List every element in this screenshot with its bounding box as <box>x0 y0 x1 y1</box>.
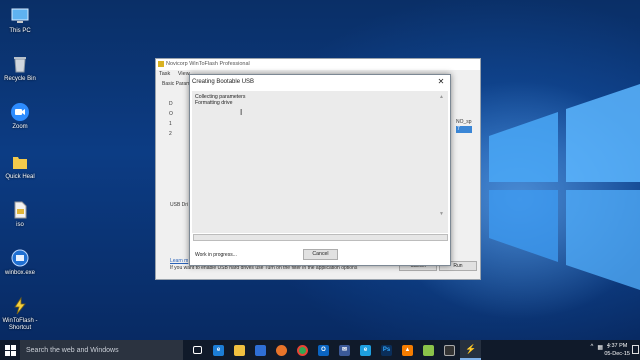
log-line: Formatting drive <box>195 100 233 106</box>
dialog-title: Creating Bootable USB <box>192 79 255 85</box>
dialog-titlebar[interactable]: Creating Bootable USB ✕ <box>190 75 450 89</box>
drive-list-item[interactable]: 2 <box>169 129 173 139</box>
drive-label-cell: NO_sp <box>456 119 472 125</box>
app-icon[interactable] <box>418 340 439 360</box>
desktop-icon-wintoflash[interactable]: WinToFlash - Shortcut <box>0 296 40 332</box>
wintoflash-app-icon <box>158 61 164 67</box>
store-icon[interactable] <box>250 340 271 360</box>
terminal-icon[interactable] <box>439 340 460 360</box>
windows-start-icon <box>4 344 16 356</box>
computer-icon <box>11 8 29 23</box>
taskbar-clock[interactable]: 4:37 PM 05-Dec-15 <box>604 342 630 358</box>
scroll-down-icon[interactable]: ▼ <box>439 211 444 217</box>
text-cursor-icon: I <box>240 108 243 117</box>
progress-bar <box>193 234 448 241</box>
window-title: Novicorp WinToFlash Professional <box>166 61 250 67</box>
drive-list-item[interactable]: O <box>169 109 173 119</box>
wintoflash-icon[interactable]: ⚡ <box>460 340 481 360</box>
tray-chevron-icon[interactable]: ^ <box>591 344 594 351</box>
chrome-icon[interactable] <box>292 340 313 360</box>
desktop-icon-recycle-bin[interactable]: Recycle Bin <box>0 54 40 83</box>
edge-icon[interactable]: e <box>208 340 229 360</box>
scroll-up-icon[interactable]: ▲ <box>439 94 444 100</box>
zoom-icon <box>11 103 29 121</box>
search-placeholder: Search the web and Windows <box>26 346 119 354</box>
drive-label-cell-selected: 7 <box>456 126 472 133</box>
cancel-button[interactable]: Cancel <box>303 249 338 260</box>
action-center-icon[interactable] <box>632 345 639 354</box>
window-titlebar[interactable]: Novicorp WinToFlash Professional <box>156 59 480 70</box>
desktop-icon-zoom[interactable]: Zoom <box>0 102 40 131</box>
firefox-icon[interactable] <box>271 340 292 360</box>
clock-time: 4:37 PM <box>606 343 628 349</box>
ie-icon[interactable]: e <box>355 340 376 360</box>
creating-bootable-usb-dialog: Creating Bootable USB ✕ Collecting param… <box>189 74 451 266</box>
drive-list-item[interactable]: 1 <box>169 119 173 129</box>
folder-icon <box>13 157 27 169</box>
vlc-icon[interactable]: ▲ <box>397 340 418 360</box>
recycle-bin-icon <box>14 57 26 73</box>
network-icon[interactable]: ▦ <box>597 344 603 351</box>
desktop-icon-winbox[interactable]: winbox.exe <box>0 248 40 277</box>
menu-task[interactable]: Task <box>159 71 170 77</box>
menu-view[interactable]: View <box>178 71 190 77</box>
start-button[interactable] <box>0 340 20 360</box>
desktop-icon-quick-heal[interactable]: Quick Heal <box>0 152 40 181</box>
drive-label-column: NO_sp 7 <box>456 119 472 133</box>
log-lines: Collecting parameters Formatting drive <box>195 94 245 106</box>
taskbar-search-box[interactable]: Search the web and Windows <box>20 340 183 360</box>
learn-more-link[interactable]: Learn m <box>170 258 188 264</box>
photoshop-icon[interactable]: Ps <box>376 340 397 360</box>
desktop-icon-iso[interactable]: iso <box>0 200 40 229</box>
task-view-icon[interactable] <box>187 340 208 360</box>
file-explorer-icon[interactable] <box>229 340 250 360</box>
file-icon <box>14 201 27 219</box>
drive-list-header: D <box>169 101 173 107</box>
status-text: Work in progress... <box>195 252 237 258</box>
log-area: Collecting parameters Formatting drive I… <box>192 91 448 233</box>
mail-icon[interactable]: ✉ <box>334 340 355 360</box>
wintoflash-shortcut-icon <box>14 296 26 315</box>
taskbar-pinned-apps: e O ✉ e Ps ▲ ⚡ <box>187 340 481 360</box>
drive-list-column: D O 1 2 <box>169 99 173 139</box>
desktop-icon-this-pc[interactable]: This PC <box>0 6 40 35</box>
winbox-icon <box>11 249 29 267</box>
clock-date: 05-Dec-15 <box>604 351 630 357</box>
usb-drive-label: USB Dri <box>170 202 189 208</box>
taskbar: Search the web and Windows e O ✉ e Ps ▲ … <box>0 340 640 360</box>
outlook-icon[interactable]: O <box>313 340 334 360</box>
close-icon[interactable]: ✕ <box>436 77 446 87</box>
